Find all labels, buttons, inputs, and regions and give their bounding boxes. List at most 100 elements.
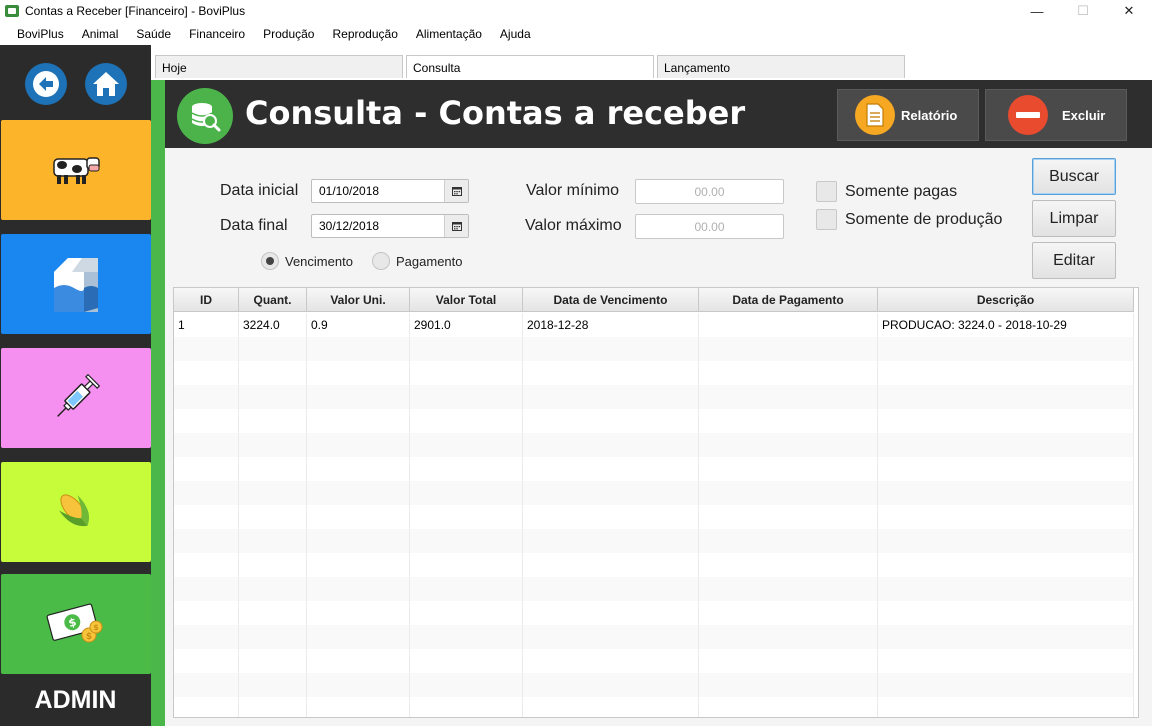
max-value-input[interactable]: [636, 215, 783, 238]
window-title: Contas a Receber [Financeiro] - BoviPlus: [25, 4, 246, 18]
tab-consulta[interactable]: Consulta: [406, 55, 654, 78]
table-cell-empty: [699, 649, 878, 673]
menu-ajuda[interactable]: Ajuda: [491, 27, 540, 41]
table-cell-empty: [307, 529, 410, 553]
column-header-id[interactable]: ID: [174, 288, 239, 312]
start-date-picker[interactable]: 01/10/2018: [311, 179, 469, 203]
table-cell-empty: [174, 385, 239, 409]
table-cell-empty: [878, 529, 1134, 553]
table-cell-empty: [523, 457, 699, 481]
column-header-quantidade[interactable]: Quant.: [239, 288, 307, 312]
table-row-empty: [174, 457, 1134, 481]
table-body: 1 3224.0 0.9 2901.0 2018-12-28 PRODUCAO:…: [174, 313, 1134, 717]
menu-reproducao[interactable]: Reprodução: [323, 27, 406, 41]
table-cell-empty: [174, 337, 239, 361]
menu-alimentacao[interactable]: Alimentação: [407, 27, 491, 41]
table-cell-empty: [699, 505, 878, 529]
menu-producao[interactable]: Produção: [254, 27, 323, 41]
table-cell-empty: [699, 673, 878, 697]
table-cell-empty: [523, 505, 699, 529]
menu-bar: BoviPlus Animal Saúde Financeiro Produçã…: [0, 22, 1152, 45]
table-cell-empty: [410, 433, 523, 457]
only-production-label: Somente de produção: [845, 210, 1003, 228]
tile-finance[interactable]: $ $ $: [1, 574, 151, 674]
min-value-label: Valor mínimo: [526, 182, 620, 199]
table-cell-empty: [239, 625, 307, 649]
table-cell-empty: [307, 481, 410, 505]
min-value-field[interactable]: [635, 179, 784, 204]
radio-selected-indicator: [261, 252, 279, 270]
table-cell-empty: [307, 625, 410, 649]
menu-animal[interactable]: Animal: [73, 27, 128, 41]
user-label: ADMIN: [34, 686, 117, 714]
table-cell-empty: [878, 385, 1134, 409]
table-cell-empty: [239, 673, 307, 697]
table-cell-empty: [239, 457, 307, 481]
tab-lancamento[interactable]: Lançamento: [657, 55, 905, 78]
filter-form: Data inicial 01/10/2018 Data final 30/12…: [165, 148, 1152, 286]
table-cell-empty: [410, 673, 523, 697]
home-button[interactable]: [85, 63, 127, 105]
table-cell-empty: [699, 697, 878, 717]
table-row[interactable]: 1 3224.0 0.9 2901.0 2018-12-28 PRODUCAO:…: [174, 313, 1134, 337]
max-value-field[interactable]: [635, 214, 784, 239]
table-cell-empty: [699, 553, 878, 577]
tile-health[interactable]: [1, 348, 151, 448]
table-header: ID Quant. Valor Uni. Valor Total Data de…: [174, 288, 1134, 312]
table-cell-empty: [307, 601, 410, 625]
calendar-icon[interactable]: [444, 180, 468, 202]
table-cell-empty: [878, 673, 1134, 697]
column-header-valor-total[interactable]: Valor Total: [410, 288, 523, 312]
table-cell-empty: [699, 481, 878, 505]
cell-valor-unitario: 0.9: [307, 313, 410, 337]
syringe-icon: [57, 373, 101, 417]
table-cell-empty: [410, 553, 523, 577]
cell-id: 1: [174, 313, 239, 337]
results-table[interactable]: ID Quant. Valor Uni. Valor Total Data de…: [173, 287, 1139, 718]
only-paid-checkbox[interactable]: Somente pagas: [816, 181, 957, 202]
menu-financeiro[interactable]: Financeiro: [180, 27, 254, 41]
search-button[interactable]: Buscar: [1032, 158, 1116, 195]
menu-boviplus[interactable]: BoviPlus: [8, 27, 73, 41]
tab-hoje[interactable]: Hoje: [155, 55, 403, 78]
table-cell-empty: [174, 505, 239, 529]
table-cell-empty: [523, 361, 699, 385]
table-row-empty: [174, 553, 1134, 577]
maximize-button[interactable]: ☐: [1060, 0, 1106, 22]
end-date-value: 30/12/2018: [319, 219, 380, 233]
delete-button[interactable]: Excluir: [985, 89, 1127, 141]
menu-saude[interactable]: Saúde: [127, 27, 180, 41]
cell-valor-total: 2901.0: [410, 313, 523, 337]
column-header-data-vencimento[interactable]: Data de Vencimento: [523, 288, 699, 312]
end-date-picker[interactable]: 30/12/2018: [311, 214, 469, 238]
arrow-left-icon: [33, 71, 59, 97]
table-cell-empty: [174, 361, 239, 385]
column-header-valor-unitario[interactable]: Valor Uni.: [307, 288, 410, 312]
start-date-label: Data inicial: [220, 182, 299, 199]
column-header-descricao[interactable]: Descrição: [878, 288, 1134, 312]
table-cell-empty: [239, 601, 307, 625]
min-value-input[interactable]: [636, 180, 783, 203]
tile-cattle[interactable]: [1, 120, 151, 220]
back-button[interactable]: [25, 63, 67, 105]
table-cell-empty: [174, 649, 239, 673]
close-button[interactable]: ✕: [1106, 0, 1152, 22]
radio-vencimento[interactable]: Vencimento: [261, 252, 353, 270]
radio-pagamento[interactable]: Pagamento: [372, 252, 463, 270]
tile-milk[interactable]: [1, 234, 151, 334]
table-row-empty: [174, 361, 1134, 385]
edit-button[interactable]: Editar: [1032, 242, 1116, 279]
clear-button[interactable]: Limpar: [1032, 200, 1116, 237]
page-title: Consulta - Contas a receber: [245, 94, 746, 132]
table-cell-empty: [523, 601, 699, 625]
calendar-icon[interactable]: [444, 215, 468, 237]
window-controls: — ☐ ✕: [1014, 0, 1152, 22]
table-cell-empty: [307, 433, 410, 457]
column-header-data-pagamento[interactable]: Data de Pagamento: [699, 288, 878, 312]
table-cell-empty: [239, 577, 307, 601]
results-panel: ID Quant. Valor Uni. Valor Total Data de…: [165, 286, 1152, 726]
minimize-button[interactable]: —: [1014, 0, 1060, 22]
only-production-checkbox[interactable]: Somente de produção: [816, 209, 1002, 230]
report-button[interactable]: Relatório: [837, 89, 979, 141]
tile-feed[interactable]: [1, 462, 151, 562]
